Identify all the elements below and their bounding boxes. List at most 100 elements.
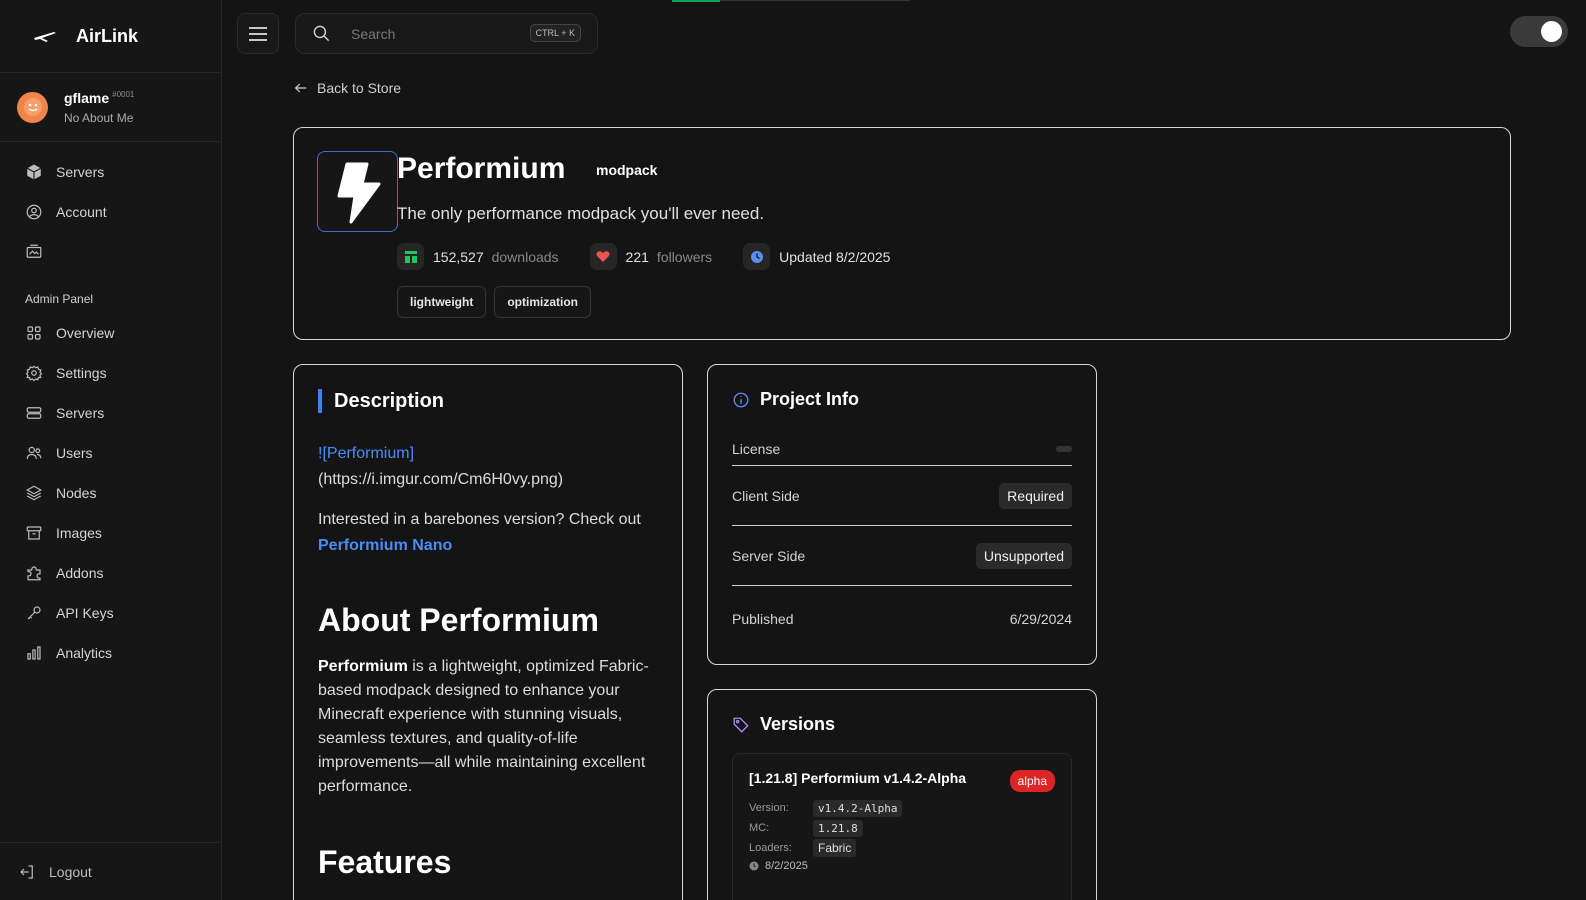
sidebar-item-label: Account	[56, 204, 107, 220]
project-type-badge: modpack	[596, 162, 658, 178]
info-label: Client Side	[732, 487, 800, 504]
smiley-avatar-icon	[23, 98, 42, 116]
grid-icon	[27, 326, 41, 340]
sidebar-item-label: Settings	[56, 365, 107, 381]
sidebar-item-users[interactable]: Users	[0, 433, 221, 473]
loaders-row: Loaders: Fabric	[749, 838, 1055, 858]
clock-icon	[743, 243, 771, 270]
project-title: Performium	[397, 152, 566, 185]
about-text: is a lightweight, optimized Fabric-based…	[318, 658, 649, 795]
tag-icon	[733, 717, 749, 733]
description-card: Description ![Performium] (https://i.img…	[293, 364, 683, 900]
logout-label: Logout	[49, 863, 92, 880]
version-row: Version: v1.4.2-Alpha	[749, 798, 1055, 818]
sidebar-item-label: Servers	[56, 405, 105, 421]
info-row-published: Published 6/29/2024	[732, 586, 1072, 652]
followers-count: 221	[625, 248, 649, 265]
logout-button[interactable]: Logout	[0, 842, 221, 900]
cube-icon	[26, 164, 42, 180]
license-value	[1056, 445, 1072, 452]
version-meta: Version: v1.4.2-Alpha MC: 1.21.8 Loaders…	[749, 798, 1055, 874]
downloads-count: 152,527	[433, 248, 484, 265]
info-circle-icon	[733, 392, 749, 407]
project-tagline: The only performance modpack you'll ever…	[397, 204, 765, 223]
back-to-store-link[interactable]: Back to Store	[293, 80, 401, 96]
project-info-card: Project Info License Client Side Require…	[707, 364, 1097, 665]
info-row-client-side: Client Side Required	[732, 466, 1072, 526]
sidebar: AirLink gflame #0001 No About Me Servers …	[0, 0, 222, 900]
versions-title: Versions	[760, 714, 836, 734]
sidebar-item-label: Overview	[56, 325, 115, 341]
layers-icon	[26, 485, 42, 501]
barebones-text: Interested in a barebones version? Check…	[318, 511, 641, 528]
sidebar-item-images[interactable]: Images	[0, 513, 221, 553]
project-icon	[317, 151, 398, 232]
top-progress-indicator	[672, 0, 720, 2]
sidebar-item-admin-servers[interactable]: Servers	[0, 393, 221, 433]
lightning-bolt-icon	[337, 162, 380, 223]
arrow-left-icon	[294, 83, 307, 93]
accent-bar	[318, 389, 322, 413]
image-link[interactable]: [Performium]	[322, 445, 414, 462]
tag-chip[interactable]: lightweight	[397, 286, 487, 318]
meta-key: Version:	[749, 802, 789, 814]
barebones-paragraph: Interested in a barebones version? Check…	[318, 507, 658, 559]
downloads-label: downloads	[491, 248, 559, 265]
versions-card: Versions [1.21.8] Performium v1.4.2-Alph…	[707, 689, 1097, 900]
image-url: (https://i.imgur.com/Cm6H0vy.png)	[318, 471, 564, 488]
sidebar-item-addons[interactable]: Addons	[0, 553, 221, 593]
server-side-value: Unsupported	[975, 542, 1072, 569]
info-label: License	[732, 440, 781, 457]
user-about: No About Me	[64, 110, 134, 125]
admin-nav: Overview Settings Servers Users Nodes Im…	[0, 313, 221, 673]
mc-value: 1.21.8	[813, 819, 863, 837]
description-heading: Description	[318, 389, 658, 413]
followers-label: followers	[656, 248, 713, 265]
sidebar-item-label: Addons	[56, 565, 104, 581]
sidebar-item-api-keys[interactable]: API Keys	[0, 593, 221, 633]
info-row-license: License	[732, 432, 1072, 466]
theme-toggle[interactable]	[1510, 16, 1568, 47]
downloads-stat: 152,527 downloads	[397, 243, 559, 270]
tag-chip[interactable]: optimization	[494, 286, 591, 318]
project-info-title: Project Info	[760, 389, 860, 409]
meta-key: MC:	[749, 822, 770, 834]
search-icon	[313, 25, 330, 42]
sidebar-item-media[interactable]	[0, 232, 221, 272]
mc-row: MC: 1.21.8	[749, 818, 1055, 838]
sidebar-item-label: Servers	[56, 164, 105, 180]
info-label: Published	[732, 611, 794, 627]
versions-heading: Versions	[732, 714, 1072, 735]
avatar	[17, 91, 48, 123]
sidebar-item-account[interactable]: Account	[0, 192, 221, 232]
airplane-logo-icon	[34, 32, 56, 42]
performium-nano-link[interactable]: Performium Nano	[318, 537, 452, 554]
version-date-row: 8/2/2025	[749, 858, 1055, 874]
brand[interactable]: AirLink	[0, 0, 221, 73]
project-tags: lightweight optimization	[397, 286, 599, 318]
sidebar-item-label: Nodes	[56, 485, 97, 501]
search-bar[interactable]: CTRL + K	[295, 13, 598, 54]
top-divider	[720, 0, 910, 1]
version-date: 8/2/2025	[765, 860, 808, 872]
project-info-heading: Project Info	[732, 389, 1072, 410]
main-nav: Servers Account	[0, 152, 221, 272]
bar-chart-icon	[27, 646, 41, 660]
user-circle-icon	[26, 204, 42, 220]
sidebar-item-overview[interactable]: Overview	[0, 313, 221, 353]
downloads-icon	[397, 243, 424, 270]
puzzle-icon	[27, 566, 41, 581]
search-input[interactable]	[351, 25, 511, 42]
sidebar-item-servers[interactable]: Servers	[0, 152, 221, 192]
version-item[interactable]: [1.21.8] Performium v1.4.2-Alpha alpha V…	[732, 753, 1072, 900]
sidebar-item-settings[interactable]: Settings	[0, 353, 221, 393]
user-profile[interactable]: gflame #0001 No About Me	[0, 73, 221, 142]
hamburger-icon	[249, 26, 267, 41]
client-side-value: Required	[999, 482, 1072, 509]
sidebar-item-analytics[interactable]: Analytics	[0, 633, 221, 673]
sidebar-item-nodes[interactable]: Nodes	[0, 473, 221, 513]
menu-toggle-button[interactable]	[237, 13, 279, 54]
updated-date: Updated 8/2/2025	[779, 248, 891, 265]
updated-stat: Updated 8/2/2025	[743, 243, 898, 270]
clock-icon	[749, 861, 759, 871]
